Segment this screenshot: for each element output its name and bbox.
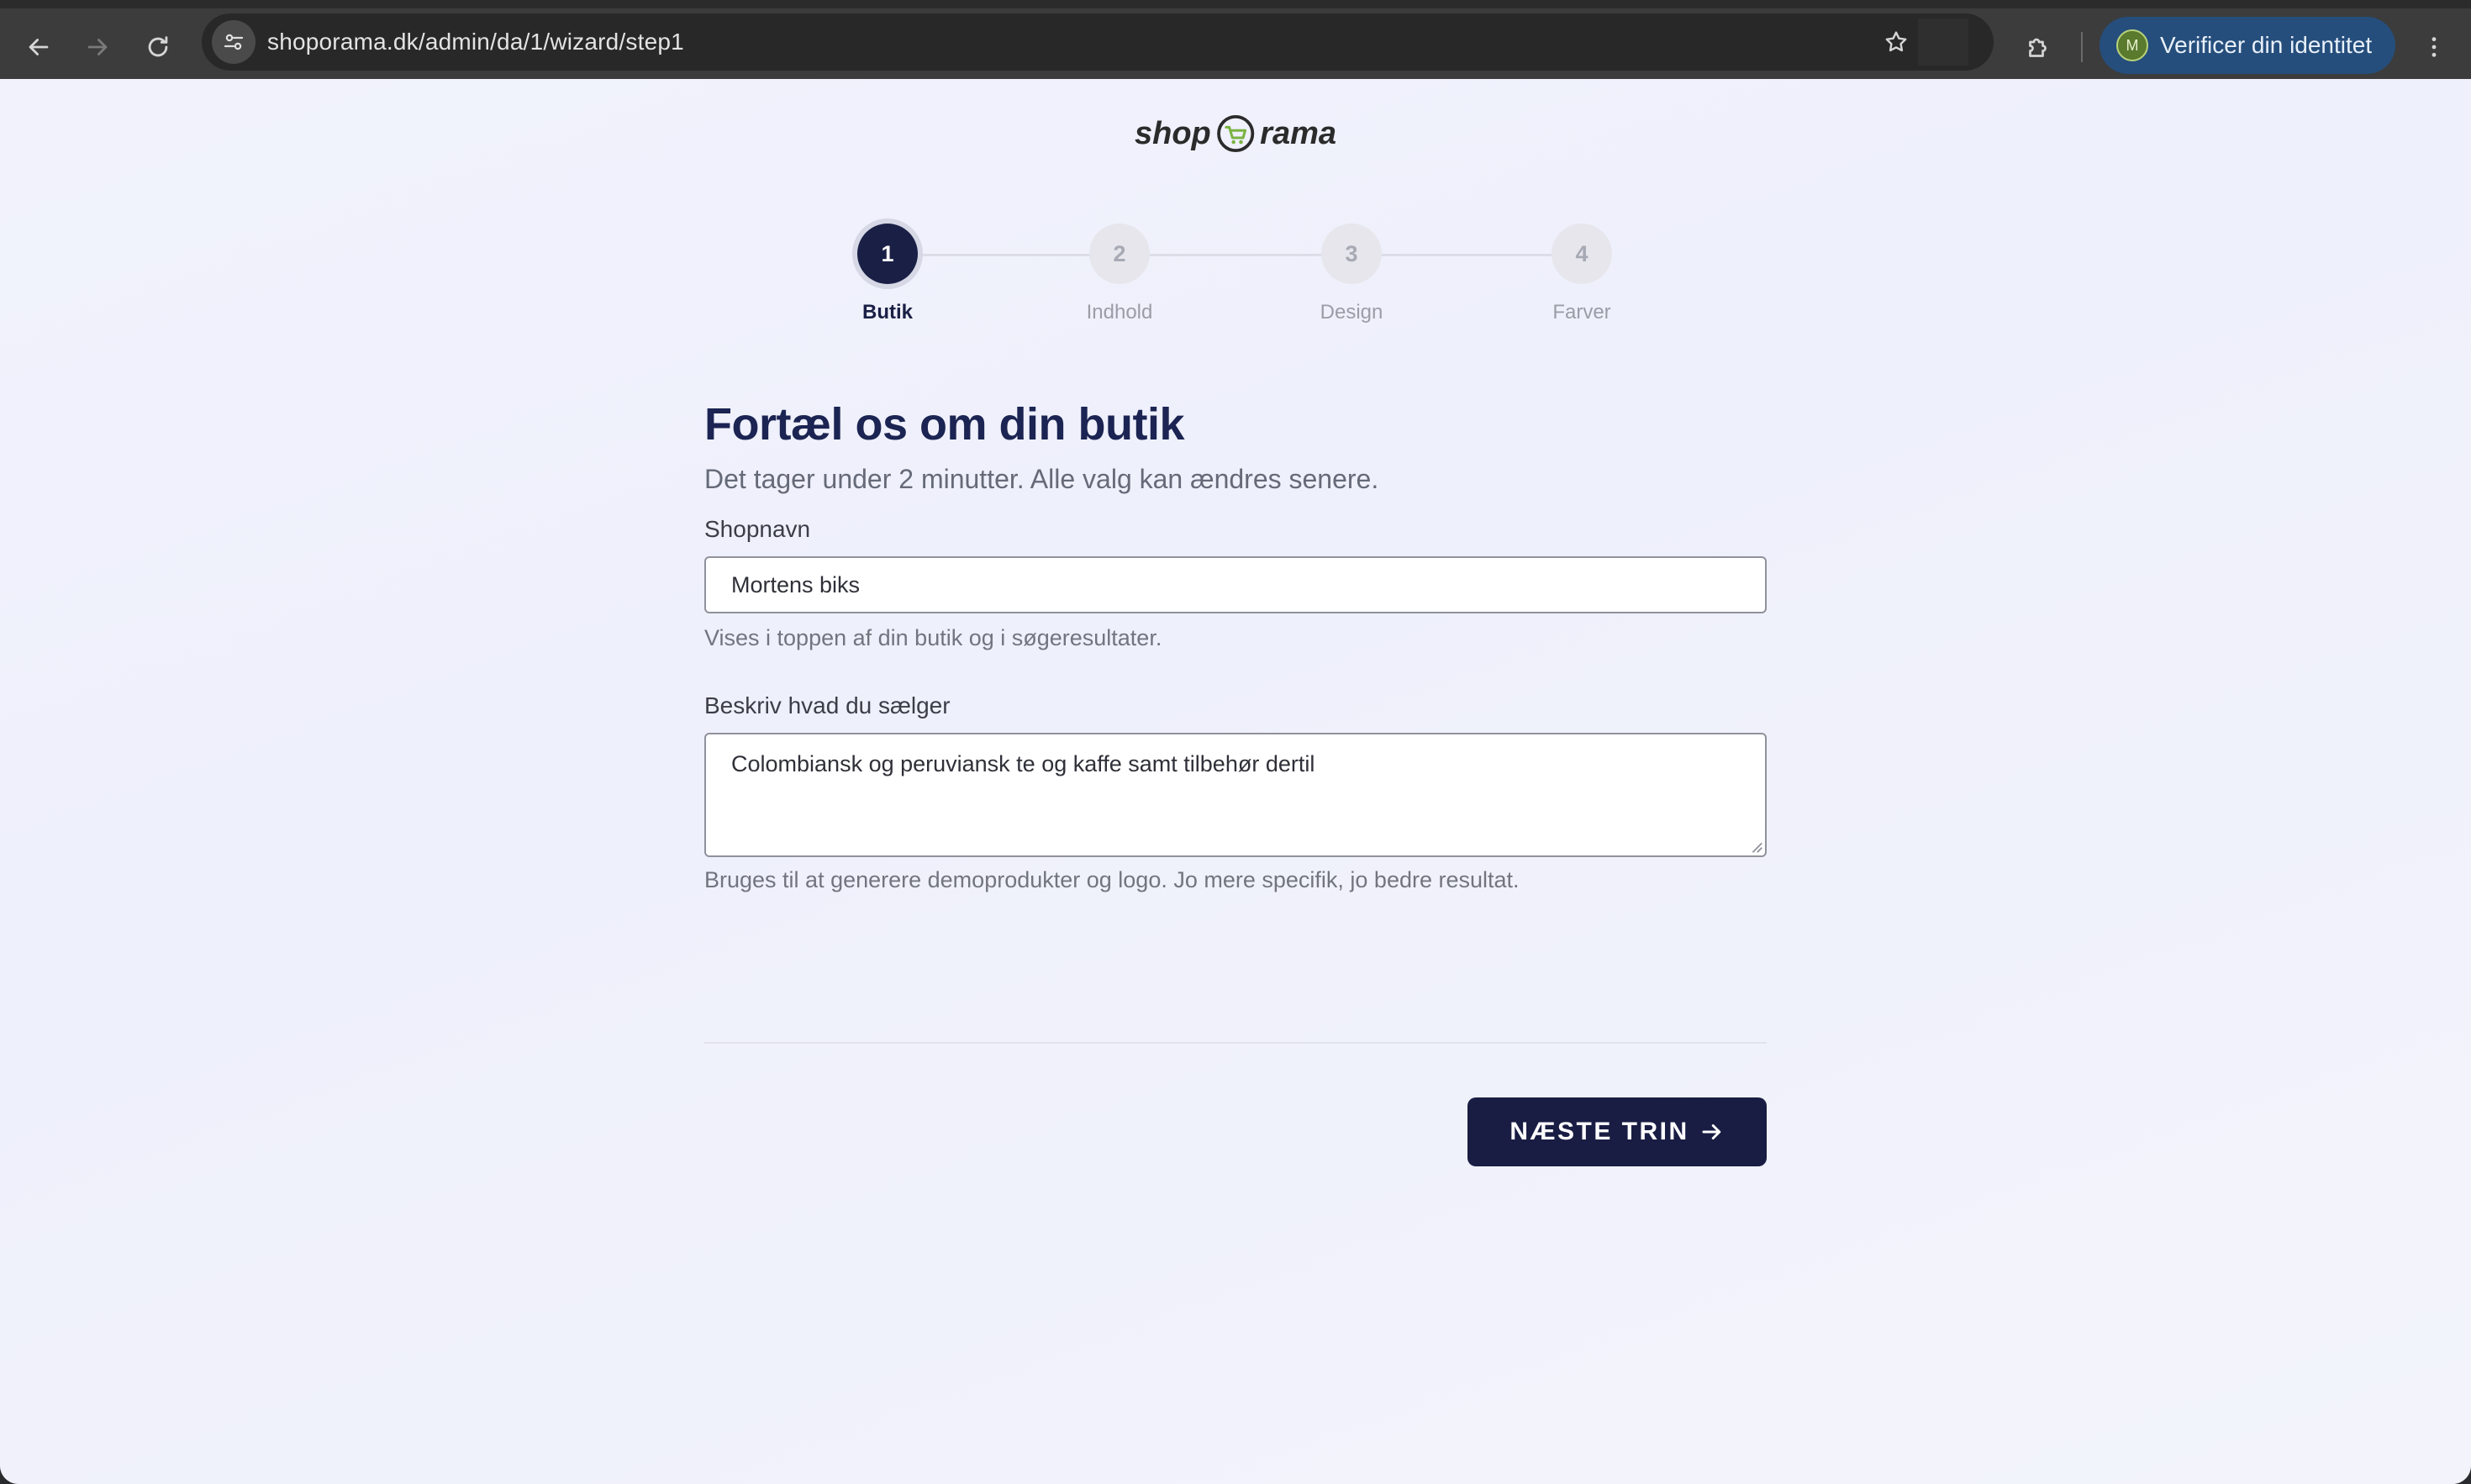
browser-menu-button[interactable] [2416, 24, 2453, 71]
arrow-left-icon [29, 39, 49, 55]
step-number: 4 [1552, 224, 1612, 284]
step-label: Indhold [1086, 301, 1153, 324]
description-textarea[interactable]: Colombiansk og peruviansk te og kaffe sa… [704, 733, 1767, 857]
extensions-button[interactable] [2015, 24, 2063, 71]
page-title: Fortæl os om din butik [704, 399, 1184, 450]
step-farver[interactable]: 4 Farver [1515, 224, 1649, 324]
browser-toolbar: shoporama.dk/admin/da/1/wizard/step1 M V… [0, 0, 2471, 79]
shop-name-help: Vises i toppen af din butik og i søgeres… [704, 625, 1162, 650]
wizard-page: shop rama 1 Butik 2 Indhold 3 Design 4 F… [0, 79, 2471, 1484]
resize-handle-icon[interactable] [1748, 839, 1763, 854]
step-number: 3 [1321, 224, 1382, 284]
arrow-right-icon [1702, 1124, 1720, 1139]
cart-logo-icon [1216, 114, 1255, 153]
step-indhold[interactable]: 2 Indhold [1052, 224, 1187, 324]
step-number: 2 [1089, 224, 1150, 284]
description-help: Bruges til at generere demoprodukter og … [704, 867, 1520, 892]
arrow-right-icon [87, 39, 108, 55]
shop-name-label: Shopnavn [704, 516, 811, 542]
browser-window: shoporama.dk/admin/da/1/wizard/step1 M V… [0, 0, 2471, 1484]
forward-button[interactable] [74, 24, 121, 71]
url-text[interactable]: shoporama.dk/admin/da/1/wizard/step1 [267, 13, 684, 71]
profile-button[interactable]: M Verificer din identitet [2100, 17, 2395, 74]
back-button[interactable] [15, 24, 62, 71]
step-label: Design [1320, 301, 1383, 324]
puzzle-icon [2029, 38, 2047, 57]
step-number: 1 [857, 224, 918, 284]
wizard-stepper: 1 Butik 2 Indhold 3 Design 4 Farver [854, 224, 1629, 333]
reload-icon [148, 36, 168, 57]
next-step-label: NÆSTE TRIN [1509, 1118, 1689, 1145]
site-settings-button[interactable] [212, 20, 256, 64]
star-icon [1885, 31, 1907, 52]
form-divider [704, 1042, 1767, 1044]
shoporama-logo[interactable]: shop rama [1135, 104, 1336, 163]
next-step-button[interactable]: NÆSTE TRIN [1467, 1097, 1767, 1166]
step-label: Butik [862, 301, 913, 324]
toolbar-separator [2081, 32, 2083, 62]
step-butik[interactable]: 1 Butik [820, 224, 955, 324]
tune-icon [224, 34, 244, 50]
logo-text-right: rama [1260, 115, 1336, 151]
address-bar[interactable]: shoporama.dk/admin/da/1/wizard/step1 [202, 13, 1994, 71]
description-label: Beskriv hvad du sælger [704, 692, 951, 718]
address-bar-action-area [1918, 18, 1968, 66]
page-subtitle: Det tager under 2 minutter. Alle valg ka… [704, 464, 1379, 494]
step-design[interactable]: 3 Design [1284, 224, 1419, 324]
reload-button[interactable] [134, 24, 182, 71]
stepper-track [888, 254, 1583, 256]
step-label: Farver [1552, 301, 1611, 324]
shop-name-input[interactable] [704, 556, 1767, 613]
avatar: M [2116, 29, 2148, 61]
profile-button-label: Verificer din identitet [2160, 32, 2373, 58]
logo-text-left: shop [1135, 115, 1211, 151]
more-vertical-icon [2431, 37, 2437, 57]
bookmark-button[interactable] [1879, 25, 1913, 59]
